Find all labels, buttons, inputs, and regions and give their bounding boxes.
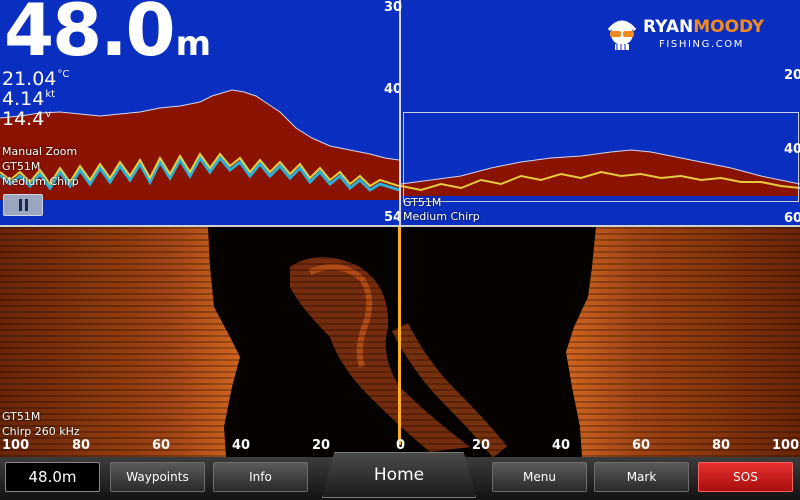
speed-readout: 4.14kt <box>2 88 56 110</box>
sidevu-frequency-label: Chirp 260 kHz <box>2 425 80 438</box>
water-temp-readout: 21.04°C <box>2 68 70 90</box>
info-button[interactable]: Info <box>213 462 308 492</box>
range-right-40: 40 <box>552 438 571 453</box>
range-center-0: 0 <box>396 438 406 453</box>
zoom-transducer-label: GT51M <box>2 160 41 173</box>
zoomed-sonar-panel[interactable]: 48.0m 21.04°C 4.14kt 14.4v Manual Zoom G… <box>0 0 399 225</box>
range-right-20: 20 <box>472 438 491 453</box>
watermark-logo: RYANMOODY FISHING.COM <box>601 14 786 56</box>
range-right-80: 80 <box>712 438 731 453</box>
full-range-sonar-panel[interactable]: RYANMOODY FISHING.COM GT51M Medium Chirp… <box>401 0 800 225</box>
depth-readout: 48.0m <box>4 0 212 72</box>
full-scale-60: 60 <box>784 211 800 225</box>
sos-button[interactable]: SOS <box>698 462 793 492</box>
mark-button[interactable]: Mark <box>594 462 689 492</box>
range-left-40: 40 <box>232 438 251 453</box>
range-right-60: 60 <box>632 438 651 453</box>
range-left-100: 100 <box>2 438 30 453</box>
sidevu-returns <box>0 227 800 457</box>
bottom-button-bar: 48.0m Waypoints Info Home Menu Mark SOS <box>0 452 800 500</box>
full-transducer-label: GT51M <box>403 196 442 209</box>
sidevu-sonar-panel[interactable]: GT51M Chirp 260 kHz <box>0 227 800 457</box>
range-left-20: 20 <box>312 438 331 453</box>
full-scale-20: 20 <box>784 68 800 83</box>
depth-button[interactable]: 48.0m <box>5 462 100 492</box>
skull-logo-icon <box>607 20 637 50</box>
zoom-region-box <box>403 112 799 202</box>
range-left-60: 60 <box>152 438 171 453</box>
waypoints-button[interactable]: Waypoints <box>110 462 205 492</box>
home-button[interactable]: Home <box>322 452 476 498</box>
zoom-frequency-label: Medium Chirp <box>2 175 79 188</box>
full-scale-30: 30 <box>384 0 403 15</box>
menu-button[interactable]: Menu <box>492 462 587 492</box>
pause-button[interactable] <box>3 194 43 216</box>
full-scale-40: 40 <box>784 142 800 157</box>
range-left-80: 80 <box>72 438 91 453</box>
sidevu-transducer-label: GT51M <box>2 410 41 423</box>
full-frequency-label: Medium Chirp <box>403 210 480 223</box>
zoom-mode-label: Manual Zoom <box>2 145 78 158</box>
range-right-100: 100 <box>772 438 800 453</box>
voltage-readout: 14.4v <box>2 108 52 130</box>
